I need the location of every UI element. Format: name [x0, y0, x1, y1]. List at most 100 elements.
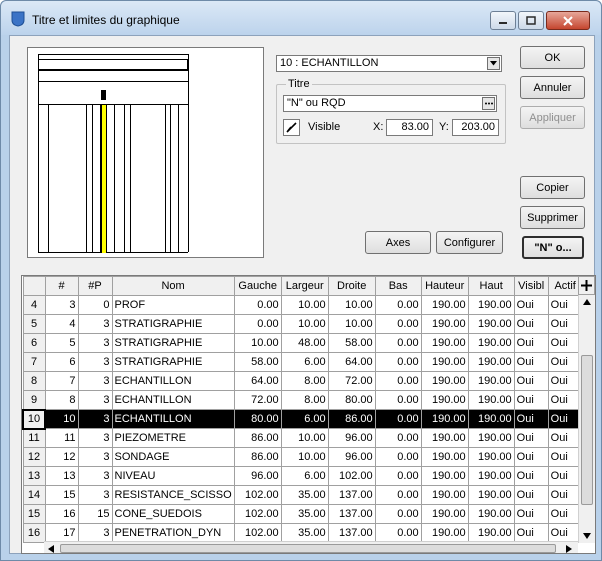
- table-cell[interactable]: 8.00: [280, 371, 329, 391]
- row-number[interactable]: 7: [22, 352, 46, 372]
- table-cell[interactable]: 102.00: [233, 504, 282, 524]
- table-cell[interactable]: Oui: [513, 333, 549, 353]
- table-cell[interactable]: Oui: [513, 390, 549, 410]
- table-cell[interactable]: 72.00: [233, 390, 282, 410]
- table-cell[interactable]: 5: [44, 333, 79, 353]
- table-cell[interactable]: Oui: [513, 447, 549, 467]
- table-cell[interactable]: 190.00: [467, 523, 515, 543]
- table-cell[interactable]: 190.00: [420, 371, 469, 391]
- table-cell[interactable]: 64.00: [233, 371, 282, 391]
- scroll-up-icon[interactable]: [583, 299, 591, 305]
- table-cell[interactable]: 3: [77, 485, 113, 505]
- table-cell[interactable]: 6.00: [280, 409, 329, 429]
- table-cell[interactable]: STRATIGRAPHIE: [111, 314, 235, 334]
- column-header[interactable]: Nom: [111, 276, 235, 296]
- table-cell[interactable]: 0.00: [374, 409, 422, 429]
- table-cell[interactable]: 86.00: [233, 447, 282, 467]
- table-cell[interactable]: 15: [44, 485, 79, 505]
- table-cell[interactable]: 96.00: [233, 466, 282, 486]
- table-cell[interactable]: 0.00: [233, 295, 282, 315]
- table-row[interactable]: 8 7 3 ECHANTILLON 64.00 8.00 72.00 0.00 190.00 19…: [22, 371, 583, 391]
- table-cell[interactable]: Oui: [513, 466, 549, 486]
- table-cell[interactable]: 0.00: [374, 352, 422, 372]
- table-cell[interactable]: 190.00: [420, 466, 469, 486]
- table-cell[interactable]: 10.00: [327, 314, 376, 334]
- titre-text-input[interactable]: "N" ou RQD: [283, 95, 497, 112]
- table-cell[interactable]: 190.00: [467, 352, 515, 372]
- table-cell[interactable]: 10.00: [280, 314, 329, 334]
- table-cell[interactable]: 35.00: [280, 504, 329, 524]
- table-cell[interactable]: 137.00: [327, 504, 376, 524]
- table-cell[interactable]: 10.00: [280, 447, 329, 467]
- row-number[interactable]: 8: [22, 371, 46, 391]
- title-bar[interactable]: Titre et limites du graphique: [1, 1, 601, 35]
- table-cell[interactable]: 10.00: [280, 428, 329, 448]
- table-cell[interactable]: RESISTANCE_SCISSO: [111, 485, 235, 505]
- table-cell[interactable]: PROF: [111, 295, 235, 315]
- row-number[interactable]: 10: [22, 408, 46, 430]
- table-cell[interactable]: 3: [77, 352, 113, 372]
- column-header[interactable]: #: [44, 276, 79, 296]
- table-cell[interactable]: Oui: [513, 295, 549, 315]
- n-o-button[interactable]: "N" o...: [522, 236, 584, 259]
- table-cell[interactable]: 72.00: [327, 371, 376, 391]
- table-cell[interactable]: STRATIGRAPHIE: [111, 352, 235, 372]
- add-column-button[interactable]: [578, 276, 595, 295]
- table-cell[interactable]: 8.00: [280, 390, 329, 410]
- table-row[interactable]: 16 17 3 PENETRATION_DYN 102.00 35.00 137.00 0.0…: [22, 523, 583, 543]
- element-select[interactable]: 10 : ECHANTILLON: [276, 55, 502, 72]
- table-cell[interactable]: 190.00: [420, 409, 469, 429]
- table-cell[interactable]: 48.00: [280, 333, 329, 353]
- table-cell[interactable]: CONE_SUEDOIS: [111, 504, 235, 524]
- table-cell[interactable]: PENETRATION_DYN: [111, 523, 235, 543]
- row-number[interactable]: 13: [22, 466, 46, 486]
- table-cell[interactable]: Oui: [513, 523, 549, 543]
- table-cell[interactable]: 96.00: [327, 428, 376, 448]
- column-header[interactable]: Hauteur: [420, 276, 469, 296]
- table-cell[interactable]: 64.00: [327, 352, 376, 372]
- row-number[interactable]: 5: [22, 314, 46, 334]
- table-cell[interactable]: 10.00: [280, 295, 329, 315]
- maximize-button[interactable]: [518, 11, 544, 30]
- column-header[interactable]: #P: [77, 276, 113, 296]
- column-header[interactable]: Droite: [327, 276, 376, 296]
- vertical-scroll-thumb[interactable]: [581, 355, 593, 505]
- table-cell[interactable]: 190.00: [420, 523, 469, 543]
- table-cell[interactable]: Oui: [513, 409, 549, 429]
- table-cell[interactable]: 3: [44, 295, 79, 315]
- close-button[interactable]: [546, 11, 590, 30]
- table-cell[interactable]: 190.00: [420, 352, 469, 372]
- table-cell[interactable]: Oui: [513, 352, 549, 372]
- row-number[interactable]: 12: [22, 447, 46, 467]
- table-cell[interactable]: 190.00: [467, 485, 515, 505]
- table-cell[interactable]: 8: [44, 390, 79, 410]
- table-cell[interactable]: 10: [44, 409, 79, 429]
- table-cell[interactable]: 0.00: [374, 485, 422, 505]
- table-cell[interactable]: 0.00: [374, 466, 422, 486]
- table-cell[interactable]: 137.00: [327, 485, 376, 505]
- table-row[interactable]: 9 8 3 ECHANTILLON 72.00 8.00 80.00 0.00 190.00 19…: [22, 390, 583, 410]
- table-cell[interactable]: 190.00: [467, 314, 515, 334]
- table-cell[interactable]: 3: [77, 409, 113, 429]
- visible-checkbox[interactable]: [283, 119, 300, 136]
- table-cell[interactable]: 190.00: [467, 466, 515, 486]
- table-row[interactable]: 12 12 3 SONDAGE 86.00 10.00 96.00 0.00 190.00 190…: [22, 447, 583, 467]
- table-cell[interactable]: 3: [77, 314, 113, 334]
- table-cell[interactable]: Oui: [513, 428, 549, 448]
- element-select-arrow[interactable]: [487, 57, 500, 70]
- table-cell[interactable]: 6: [44, 352, 79, 372]
- table-cell[interactable]: 96.00: [327, 447, 376, 467]
- row-number[interactable]: 15: [22, 504, 46, 524]
- elements-grid[interactable]: # #P Nom Gauche Largeur Droite Bas Haute…: [21, 275, 596, 554]
- table-cell[interactable]: Oui: [513, 504, 549, 524]
- table-cell[interactable]: 58.00: [233, 352, 282, 372]
- row-number[interactable]: 6: [22, 333, 46, 353]
- table-cell[interactable]: 190.00: [420, 485, 469, 505]
- scroll-left-icon[interactable]: [48, 545, 54, 553]
- table-cell[interactable]: 190.00: [420, 428, 469, 448]
- appliquer-button[interactable]: Appliquer: [520, 106, 585, 129]
- configurer-button[interactable]: Configurer: [436, 231, 503, 254]
- table-row[interactable]: 10 10 3 ECHANTILLON 80.00 6.00 86.00 0.00 190.00…: [22, 408, 583, 430]
- table-cell[interactable]: 3: [77, 371, 113, 391]
- table-cell[interactable]: 190.00: [420, 504, 469, 524]
